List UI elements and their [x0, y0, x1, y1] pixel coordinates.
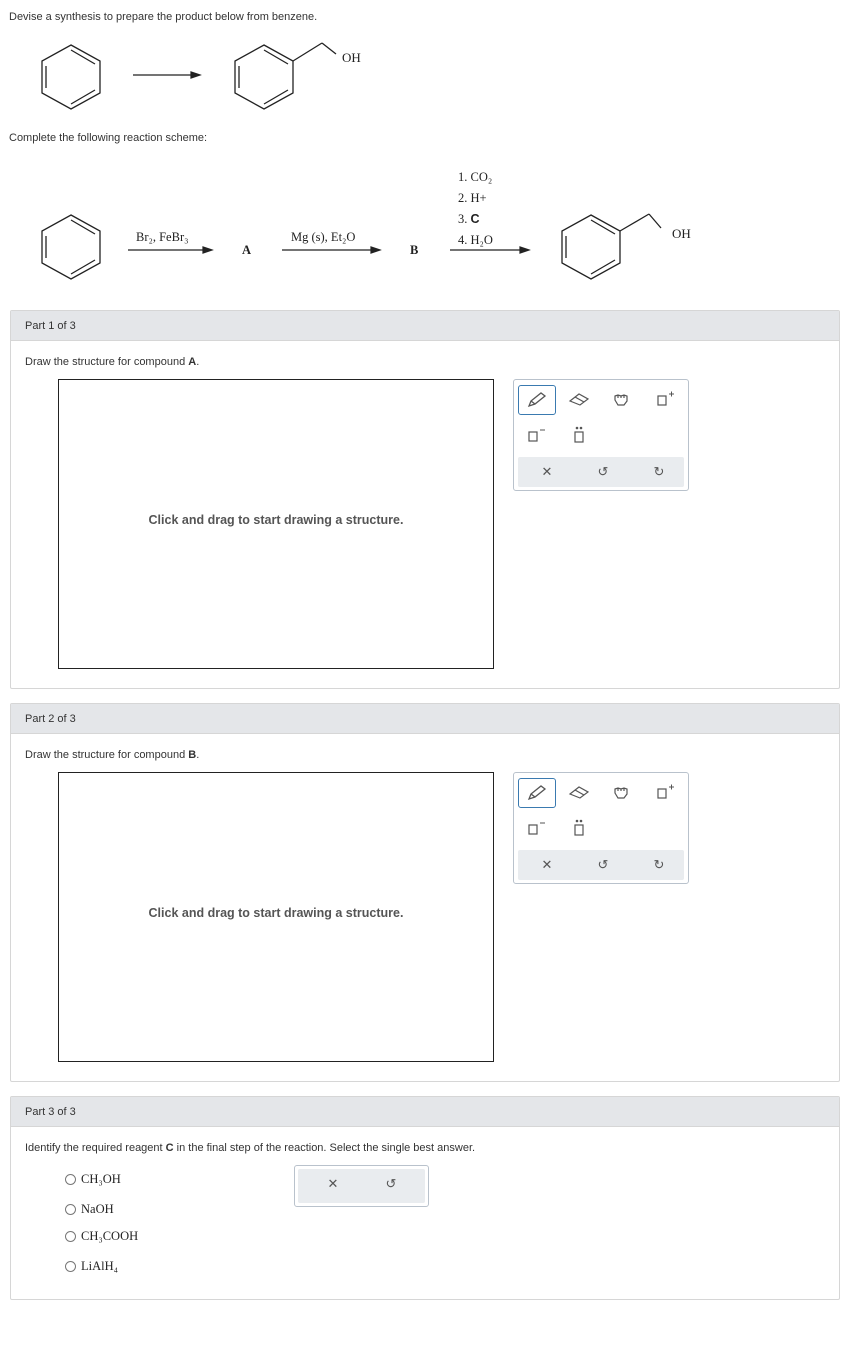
reaction-scheme-diagram	[41, 214, 531, 280]
product-structure	[561, 213, 662, 280]
radio-button[interactable]	[65, 1261, 76, 1272]
clear-icon: ✕	[541, 857, 553, 872]
positive-charge-tool[interactable]	[650, 386, 680, 412]
negative-charge-tool[interactable]	[521, 815, 551, 841]
benzene-structure	[41, 44, 101, 110]
undo-icon: ↺	[597, 857, 609, 872]
clear-icon: ✕	[541, 464, 553, 479]
negative-charge-tool[interactable]	[521, 422, 551, 448]
radio-button[interactable]	[65, 1174, 76, 1185]
clear-answer-button[interactable]: ✕	[318, 1171, 348, 1197]
hand-icon	[614, 394, 628, 406]
part-3-header: Part 3 of 3	[11, 1097, 839, 1127]
negative-charge-icon	[528, 429, 545, 442]
step-2: 2. H+	[458, 191, 487, 205]
option-ch3oh[interactable]: CH₃OH	[65, 1172, 121, 1187]
step-4: 4. H₂O	[458, 233, 493, 247]
benzyl-alcohol-structure	[234, 42, 337, 110]
toolbox-actions: ✕ ↺ ↻	[518, 457, 684, 487]
positive-charge-icon	[657, 391, 674, 406]
step-1: 1. CO₂	[458, 170, 493, 184]
hand-tool[interactable]	[606, 386, 636, 412]
compound-a-label: A	[242, 243, 252, 257]
pencil-icon	[527, 392, 547, 408]
step-3: 3. C	[458, 212, 480, 226]
redo-icon: ↻	[653, 857, 665, 872]
eraser-icon	[568, 393, 590, 406]
radio-button[interactable]	[65, 1204, 76, 1215]
option-lialh4[interactable]: LiAlH₄	[65, 1259, 118, 1274]
undo-button[interactable]: ↺	[588, 459, 618, 485]
reagent-c-label: C	[470, 212, 480, 226]
product-oh-label: OH	[342, 50, 361, 65]
pencil-tool[interactable]	[518, 778, 556, 808]
part-2-panel: Part 2 of 3 Draw the structure for compo…	[10, 703, 840, 1082]
structure-drawing-canvas-a[interactable]: Click and drag to start drawing a struct…	[58, 379, 494, 669]
part-1-prompt: Draw the structure for compound A.	[25, 356, 200, 368]
negative-charge-icon	[528, 822, 545, 835]
eraser-tool[interactable]	[564, 386, 594, 412]
lone-pair-icon	[574, 819, 584, 836]
scheme-product-oh-label: OH	[672, 226, 691, 241]
reagent-2-label: Mg (s), Et₂O	[291, 230, 356, 244]
reagent-1-label: Br₂, FeBr₃	[136, 230, 189, 244]
positive-charge-tool[interactable]	[650, 779, 680, 805]
eraser-icon	[568, 786, 590, 799]
part-3-prompt: Identify the required reagent C in the f…	[25, 1142, 476, 1154]
hand-tool[interactable]	[606, 779, 636, 805]
positive-charge-icon	[657, 784, 674, 799]
part-1-header: Part 1 of 3	[11, 311, 839, 341]
clear-button[interactable]: ✕	[532, 852, 562, 878]
part-2-header: Part 2 of 3	[11, 704, 839, 734]
option-ch3cooh[interactable]: CH₃COOH	[65, 1229, 138, 1244]
redo-button[interactable]: ↻	[644, 459, 674, 485]
lone-pair-tool[interactable]	[564, 422, 594, 448]
reaction-arrow-2	[282, 246, 382, 254]
question-intro: Devise a synthesis to prepare the produc…	[9, 11, 318, 23]
redo-button[interactable]: ↻	[644, 852, 674, 878]
drawing-toolbox-b: ✕ ↺ ↻	[513, 772, 689, 884]
drawing-toolbox-a: ✕ ↺ ↻	[513, 379, 689, 491]
scheme-label: Complete the following reaction scheme:	[9, 132, 208, 144]
canvas-hint: Click and drag to start drawing a struct…	[148, 906, 404, 920]
redo-icon: ↻	[653, 464, 665, 479]
pencil-icon	[527, 785, 547, 801]
option-naoh[interactable]: NaOH	[65, 1202, 114, 1217]
undo-icon: ↺	[385, 1176, 397, 1191]
benzene-structure	[41, 214, 101, 280]
radio-button[interactable]	[65, 1231, 76, 1242]
answer-actions-box: ✕ ↺	[294, 1165, 429, 1207]
part-2-prompt: Draw the structure for compound B.	[25, 749, 200, 761]
clear-button[interactable]: ✕	[532, 459, 562, 485]
part-3-panel: Part 3 of 3 Identify the required reagen…	[10, 1096, 840, 1300]
undo-icon: ↺	[597, 464, 609, 479]
undo-answer-button[interactable]: ↺	[376, 1171, 406, 1197]
clear-icon: ✕	[327, 1176, 339, 1191]
lone-pair-icon	[574, 426, 584, 443]
undo-button[interactable]: ↺	[588, 852, 618, 878]
eraser-tool[interactable]	[564, 779, 594, 805]
canvas-hint: Click and drag to start drawing a struct…	[148, 513, 404, 527]
toolbox-actions: ✕ ↺ ↻	[518, 850, 684, 880]
pencil-tool[interactable]	[518, 385, 556, 415]
structure-drawing-canvas-b[interactable]: Click and drag to start drawing a struct…	[58, 772, 494, 1062]
reaction-arrow-1	[128, 246, 214, 254]
target-reaction-diagram	[41, 42, 337, 110]
lone-pair-tool[interactable]	[564, 815, 594, 841]
hand-icon	[614, 787, 628, 799]
compound-b-label: B	[410, 243, 419, 257]
reaction-arrow	[133, 71, 202, 79]
reagent-3-steps: 1. CO₂ 2. H+ 3. C 4. H₂O	[458, 167, 493, 251]
part-1-panel: Part 1 of 3 Draw the structure for compo…	[10, 310, 840, 689]
